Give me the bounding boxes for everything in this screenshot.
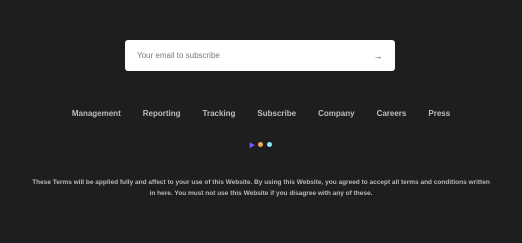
nav-link-press[interactable]: Press bbox=[428, 109, 450, 118]
arrow-right-icon[interactable]: → bbox=[365, 40, 391, 71]
nav-link-management[interactable]: Management bbox=[72, 109, 121, 118]
triangle-icon bbox=[247, 140, 255, 149]
nav-link-subscribe[interactable]: Subscribe bbox=[257, 109, 296, 118]
nav-link-careers[interactable]: Careers bbox=[377, 109, 407, 118]
nav-link-reporting[interactable]: Reporting bbox=[143, 109, 181, 118]
footer-section: → Management Reporting Tracking Subscrib… bbox=[0, 0, 522, 243]
orange-dot-icon bbox=[258, 142, 263, 147]
footer-nav: Management Reporting Tracking Subscribe … bbox=[0, 109, 522, 118]
email-subscribe-input[interactable] bbox=[125, 40, 365, 71]
nav-link-tracking[interactable]: Tracking bbox=[203, 109, 236, 118]
nav-link-company[interactable]: Company bbox=[318, 109, 354, 118]
subscribe-form: → bbox=[125, 40, 395, 71]
legal-notice: These Terms will be applied fully and af… bbox=[32, 178, 490, 197]
decorative-dots bbox=[247, 140, 272, 149]
cyan-dot-icon bbox=[267, 142, 272, 147]
